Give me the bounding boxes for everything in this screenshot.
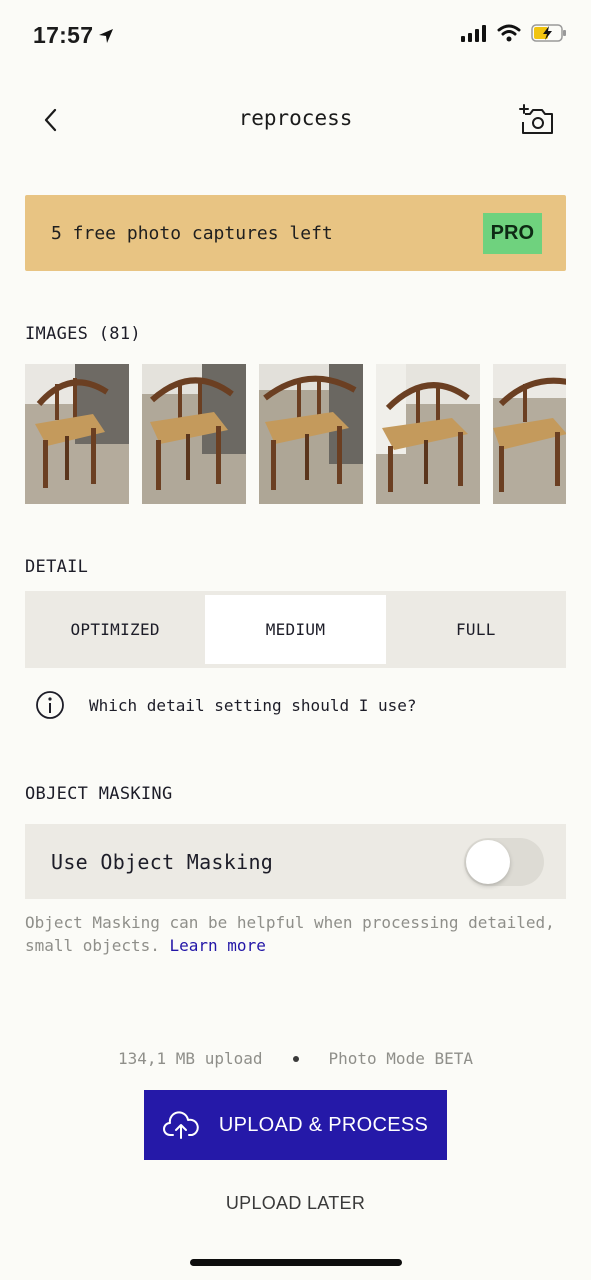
image-thumbnail[interactable] xyxy=(376,364,480,504)
object-masking-row[interactable]: Use Object Masking xyxy=(25,824,566,899)
battery-charging-icon xyxy=(531,24,566,42)
detail-help-link[interactable]: Which detail setting should I use? xyxy=(35,690,417,720)
upload-process-button[interactable]: UPLOAD & PROCESS xyxy=(144,1090,447,1160)
image-thumbnail[interactable] xyxy=(142,364,246,504)
upload-later-button[interactable]: UPLOAD LATER xyxy=(0,1193,591,1214)
info-icon xyxy=(36,691,64,719)
cellular-signal-icon xyxy=(461,25,486,42)
object-masking-toggle[interactable] xyxy=(464,837,544,886)
location-arrow-icon xyxy=(99,28,114,43)
image-thumbnail[interactable] xyxy=(493,364,566,504)
wifi-icon xyxy=(497,24,521,42)
banner-text: 5 free photo captures left xyxy=(51,222,333,244)
detail-label: DETAIL xyxy=(25,557,89,577)
camera-plus-icon xyxy=(519,104,553,134)
images-label: IMAGES (81) xyxy=(25,324,141,344)
upload-info: 134,1 MB upload Photo Mode BETA xyxy=(0,1049,591,1068)
object-masking-description-text: Object Masking can be helpful when proce… xyxy=(25,913,555,955)
clock-text: 17:57 xyxy=(33,22,94,48)
status-bar-indicators xyxy=(461,24,567,42)
status-bar-time: 17:57 xyxy=(33,22,114,49)
learn-more-link[interactable]: Learn more xyxy=(170,936,266,955)
cloud-upload-icon xyxy=(162,1111,199,1139)
free-captures-banner[interactable]: 5 free photo captures left PRO xyxy=(25,195,566,271)
image-thumbnail[interactable] xyxy=(25,364,129,504)
page-title: reprocess xyxy=(238,106,353,130)
object-masking-toggle-label: Use Object Masking xyxy=(51,849,274,874)
image-strip[interactable] xyxy=(25,364,566,504)
image-thumbnail[interactable] xyxy=(259,364,363,504)
detail-help-text: Which detail setting should I use? xyxy=(89,695,417,715)
object-masking-description: Object Masking can be helpful when proce… xyxy=(25,911,566,957)
toggle-knob xyxy=(466,839,510,884)
upload-process-label: UPLOAD & PROCESS xyxy=(218,1113,429,1136)
add-photo-button[interactable] xyxy=(517,100,557,140)
detail-option-full[interactable]: FULL xyxy=(386,591,566,668)
detail-option-medium[interactable]: MEDIUM xyxy=(205,595,386,664)
capture-mode: Photo Mode BETA xyxy=(328,1049,474,1068)
detail-segmented-control[interactable]: OPTIMIZED MEDIUM FULL xyxy=(25,591,566,668)
detail-option-optimized[interactable]: OPTIMIZED xyxy=(25,591,205,668)
separator-dot xyxy=(292,1055,299,1062)
upload-size: 134,1 MB upload xyxy=(118,1049,263,1068)
object-masking-label: OBJECT MASKING xyxy=(25,784,173,804)
pro-badge[interactable]: PRO xyxy=(482,212,542,254)
home-indicator[interactable] xyxy=(190,1259,402,1266)
